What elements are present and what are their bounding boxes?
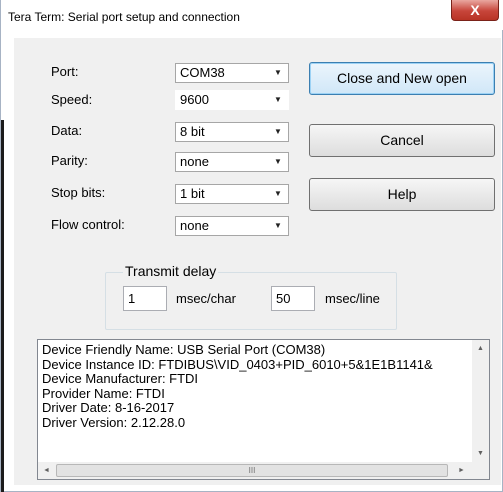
stop-bits-select-value: 1 bit	[180, 186, 205, 201]
provider-name-line: Provider Name: FTDI	[42, 385, 165, 401]
help-button[interactable]: Help	[309, 178, 495, 211]
chevron-down-icon: ▼	[274, 95, 282, 104]
msec-per-char-label: msec/char	[176, 291, 236, 306]
close-window-button[interactable]: X	[451, 0, 499, 21]
close-and-new-open-button[interactable]: Close and New open	[309, 62, 495, 95]
device-friendly-name-line: Device Friendly Name: USB Serial Port (C…	[42, 343, 326, 357]
window-left-shadow	[1, 120, 4, 492]
msec-per-line-input[interactable]: 50	[271, 286, 315, 311]
device-instance-id-line: Device Instance ID: FTDIBUS\VID_0403+PID…	[42, 356, 433, 372]
data-label: Data:	[51, 123, 83, 138]
chevron-down-icon: ▼	[274, 68, 282, 77]
device-info-text: Device Friendly Name: USB Serial Port (C…	[42, 343, 470, 459]
device-info-textbox[interactable]: Device Friendly Name: USB Serial Port (C…	[37, 339, 490, 480]
parity-select[interactable]: none ▼	[175, 152, 289, 172]
port-label: Port:	[51, 64, 79, 79]
driver-date-line: Driver Date: 8-16-2017	[42, 400, 175, 415]
stop-bits-label: Stop bits:	[51, 185, 106, 200]
grip-icon: III	[248, 466, 256, 475]
driver-version-line: Driver Version: 2.12.28.0	[42, 414, 186, 430]
title-bar[interactable]: Tera Term: Serial port setup and connect…	[2, 0, 503, 30]
device-manufacturer-line: Device Manufacturer: FTDI	[42, 371, 199, 386]
flow-control-select[interactable]: none ▼	[175, 216, 289, 236]
flow-control-label: Flow control:	[51, 217, 125, 232]
msec-per-char-input[interactable]: 1	[123, 286, 167, 311]
vertical-scrollbar[interactable]: ▲ ▼	[472, 340, 489, 462]
speed-select-value: 9600	[180, 92, 209, 107]
chevron-down-icon: ▼	[274, 157, 282, 166]
data-bits-select-value: 8 bit	[180, 124, 205, 139]
scroll-down-icon[interactable]: ▼	[472, 445, 489, 462]
window-title: Tera Term: Serial port setup and connect…	[8, 10, 240, 24]
scrollbar-corner	[472, 462, 489, 479]
port-select-value: COM38	[180, 65, 225, 80]
serial-setup-dialog: Tera Term: Serial port setup and connect…	[0, 0, 503, 492]
stop-bits-select[interactable]: 1 bit ▼	[175, 184, 289, 204]
speed-select[interactable]: 9600 ▼	[175, 90, 289, 110]
scroll-right-icon[interactable]: ►	[453, 462, 470, 479]
scroll-left-icon[interactable]: ◄	[38, 462, 55, 479]
flow-control-select-value: none	[180, 218, 209, 233]
chevron-down-icon: ▼	[274, 221, 282, 230]
chevron-down-icon: ▼	[274, 127, 282, 136]
parity-label: Parity:	[51, 153, 88, 168]
scroll-up-icon[interactable]: ▲	[472, 340, 489, 357]
chevron-down-icon: ▼	[274, 189, 282, 198]
msec-per-line-label: msec/line	[325, 291, 380, 306]
speed-label: Speed:	[51, 92, 93, 107]
cancel-button[interactable]: Cancel	[309, 124, 495, 157]
data-bits-select[interactable]: 8 bit ▼	[175, 122, 289, 142]
horizontal-scrollbar[interactable]: ◄ III ►	[38, 462, 489, 479]
transmit-delay-title: Transmit delay	[123, 263, 219, 279]
horizontal-scroll-thumb[interactable]: III	[56, 464, 448, 477]
port-select[interactable]: COM38 ▼	[175, 63, 289, 83]
parity-select-value: none	[180, 154, 209, 169]
